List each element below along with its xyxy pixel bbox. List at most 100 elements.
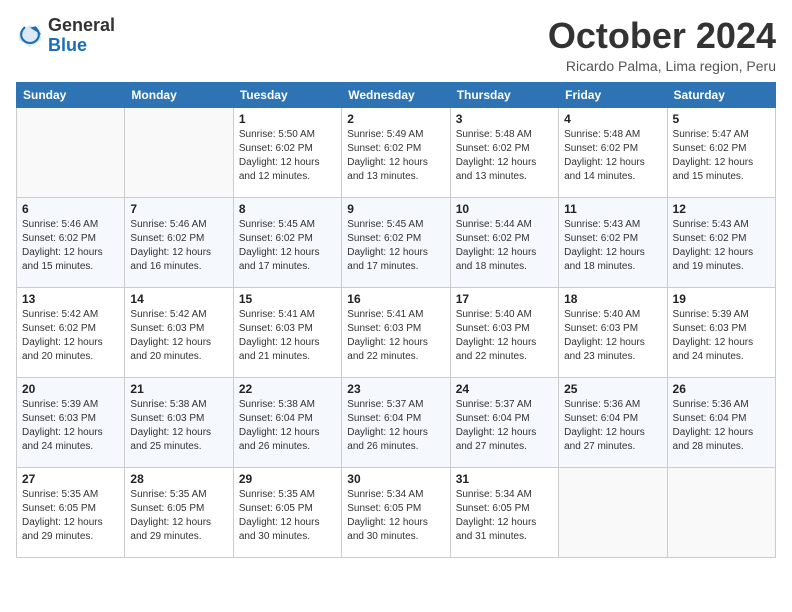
calendar-cell: 21 Sunrise: 5:38 AMSunset: 6:03 PMDayligh… [125,377,233,467]
logo-icon [16,22,44,50]
day-number: 15 [239,292,336,306]
calendar-cell: 14Sunrise: 5:42 AMSunset: 6:03 PMDayligh… [125,287,233,377]
calendar-cell: 9 Sunrise: 5:45 AMSunset: 6:02 PMDaylight… [342,197,450,287]
day-info: Sunrise: 5:43 AMSunset: 6:02 PMDaylight:… [564,218,661,274]
day-info: Sunrise: 5:43 AMSunset: 6:02 PMDaylight:… [673,218,770,274]
header-friday: Friday [559,82,667,107]
day-number: 26 [673,382,770,396]
calendar-cell: 5Sunrise: 5:47 AMSunset: 6:02 PMDaylight… [667,107,775,197]
day-info: Sunrise: 5:46 AMSunset: 6:02 PMDaylight:… [130,218,227,274]
calendar-cell [125,107,233,197]
calendar-cell [17,107,125,197]
day-number: 14 [130,292,227,306]
day-info: Sunrise: 5:50 AMSunset: 6:02 PMDaylight:… [239,128,336,184]
calendar-cell: 19 Sunrise: 5:39 AMSunset: 6:03 PMDayligh… [667,287,775,377]
day-number: 24 [456,382,553,396]
day-info: Sunrise: 5:37 AMSunset: 6:04 PMDaylight:… [347,398,444,454]
day-number: 13 [22,292,119,306]
day-info: Sunrise: 5:46 AMSunset: 6:02 PMDaylight:… [22,218,119,274]
calendar-cell: 24 Sunrise: 5:37 AMSunset: 6:04 PMDayligh… [450,377,558,467]
logo-blue-text: Blue [48,35,87,55]
calendar-header-row: SundayMondayTuesdayWednesdayThursdayFrid… [17,82,776,107]
day-info: Sunrise: 5:40 AMSunset: 6:03 PMDaylight:… [456,308,553,364]
day-info: Sunrise: 5:39 AMSunset: 6:03 PMDaylight:… [22,398,119,454]
day-info: Sunrise: 5:38 AMSunset: 6:03 PMDaylight:… [130,398,227,454]
day-info: Sunrise: 5:35 AMSunset: 6:05 PMDaylight:… [239,488,336,544]
day-number: 27 [22,472,119,486]
day-info: Sunrise: 5:45 AMSunset: 6:02 PMDaylight:… [347,218,444,274]
calendar-cell: 18 Sunrise: 5:40 AMSunset: 6:03 PMDayligh… [559,287,667,377]
header: General Blue October 2024 Ricardo Palma,… [16,16,776,74]
day-info: Sunrise: 5:39 AMSunset: 6:03 PMDaylight:… [673,308,770,364]
day-number: 23 [347,382,444,396]
calendar-cell: 15 Sunrise: 5:41 AMSunset: 6:03 PMDayligh… [233,287,341,377]
calendar-cell: 26Sunrise: 5:36 AMSunset: 6:04 PMDayligh… [667,377,775,467]
header-thursday: Thursday [450,82,558,107]
day-info: Sunrise: 5:34 AMSunset: 6:05 PMDaylight:… [347,488,444,544]
day-number: 20 [22,382,119,396]
day-info: Sunrise: 5:45 AMSunset: 6:02 PMDaylight:… [239,218,336,274]
day-number: 18 [564,292,661,306]
day-number: 3 [456,112,553,126]
day-number: 1 [239,112,336,126]
day-info: Sunrise: 5:35 AMSunset: 6:05 PMDaylight:… [130,488,227,544]
week-row-3: 13 Sunrise: 5:42 AMSunset: 6:02 PMDayligh… [17,287,776,377]
day-number: 25 [564,382,661,396]
calendar-cell: 2Sunrise: 5:49 AMSunset: 6:02 PMDaylight… [342,107,450,197]
day-info: Sunrise: 5:44 AMSunset: 6:02 PMDaylight:… [456,218,553,274]
day-number: 10 [456,202,553,216]
day-number: 6 [22,202,119,216]
week-row-1: 1 Sunrise: 5:50 AMSunset: 6:02 PMDaylight… [17,107,776,197]
day-number: 19 [673,292,770,306]
day-info: Sunrise: 5:36 AMSunset: 6:04 PMDaylight:… [564,398,661,454]
day-info: Sunrise: 5:42 AMSunset: 6:02 PMDaylight:… [22,308,119,364]
day-number: 8 [239,202,336,216]
calendar-cell: 4 Sunrise: 5:48 AMSunset: 6:02 PMDaylight… [559,107,667,197]
month-title: October 2024 [548,16,776,56]
calendar-cell: 1 Sunrise: 5:50 AMSunset: 6:02 PMDaylight… [233,107,341,197]
header-monday: Monday [125,82,233,107]
day-number: 9 [347,202,444,216]
calendar-cell: 25 Sunrise: 5:36 AMSunset: 6:04 PMDayligh… [559,377,667,467]
calendar-cell: 8 Sunrise: 5:45 AMSunset: 6:02 PMDaylight… [233,197,341,287]
logo-general-text: General [48,15,115,35]
calendar-cell: 12 Sunrise: 5:43 AMSunset: 6:02 PMDayligh… [667,197,775,287]
header-sunday: Sunday [17,82,125,107]
header-tuesday: Tuesday [233,82,341,107]
day-number: 4 [564,112,661,126]
calendar-cell: 3Sunrise: 5:48 AMSunset: 6:02 PMDaylight… [450,107,558,197]
logo-text: General Blue [48,16,115,56]
header-saturday: Saturday [667,82,775,107]
day-info: Sunrise: 5:41 AMSunset: 6:03 PMDaylight:… [239,308,336,364]
calendar-cell: 30Sunrise: 5:34 AMSunset: 6:05 PMDayligh… [342,467,450,557]
calendar-cell: 23 Sunrise: 5:37 AMSunset: 6:04 PMDayligh… [342,377,450,467]
day-number: 22 [239,382,336,396]
day-number: 5 [673,112,770,126]
day-number: 29 [239,472,336,486]
day-info: Sunrise: 5:38 AMSunset: 6:04 PMDaylight:… [239,398,336,454]
day-number: 21 [130,382,227,396]
calendar-cell: 22 Sunrise: 5:38 AMSunset: 6:04 PMDayligh… [233,377,341,467]
calendar-cell: 17Sunrise: 5:40 AMSunset: 6:03 PMDayligh… [450,287,558,377]
day-number: 2 [347,112,444,126]
calendar-cell: 20 Sunrise: 5:39 AMSunset: 6:03 PMDayligh… [17,377,125,467]
week-row-4: 20 Sunrise: 5:39 AMSunset: 6:03 PMDayligh… [17,377,776,467]
title-area: October 2024 Ricardo Palma, Lima region,… [548,16,776,74]
day-info: Sunrise: 5:41 AMSunset: 6:03 PMDaylight:… [347,308,444,364]
day-number: 12 [673,202,770,216]
calendar-cell: 11Sunrise: 5:43 AMSunset: 6:02 PMDayligh… [559,197,667,287]
day-info: Sunrise: 5:48 AMSunset: 6:02 PMDaylight:… [564,128,661,184]
day-info: Sunrise: 5:40 AMSunset: 6:03 PMDaylight:… [564,308,661,364]
calendar-cell: 16Sunrise: 5:41 AMSunset: 6:03 PMDayligh… [342,287,450,377]
day-number: 31 [456,472,553,486]
calendar-cell: 6 Sunrise: 5:46 AMSunset: 6:02 PMDaylight… [17,197,125,287]
logo: General Blue [16,16,115,56]
day-number: 28 [130,472,227,486]
calendar-cell: 29 Sunrise: 5:35 AMSunset: 6:05 PMDayligh… [233,467,341,557]
calendar-cell: 28 Sunrise: 5:35 AMSunset: 6:05 PMDayligh… [125,467,233,557]
day-info: Sunrise: 5:34 AMSunset: 6:05 PMDaylight:… [456,488,553,544]
header-wednesday: Wednesday [342,82,450,107]
calendar-cell [559,467,667,557]
location: Ricardo Palma, Lima region, Peru [548,58,776,74]
day-info: Sunrise: 5:37 AMSunset: 6:04 PMDaylight:… [456,398,553,454]
